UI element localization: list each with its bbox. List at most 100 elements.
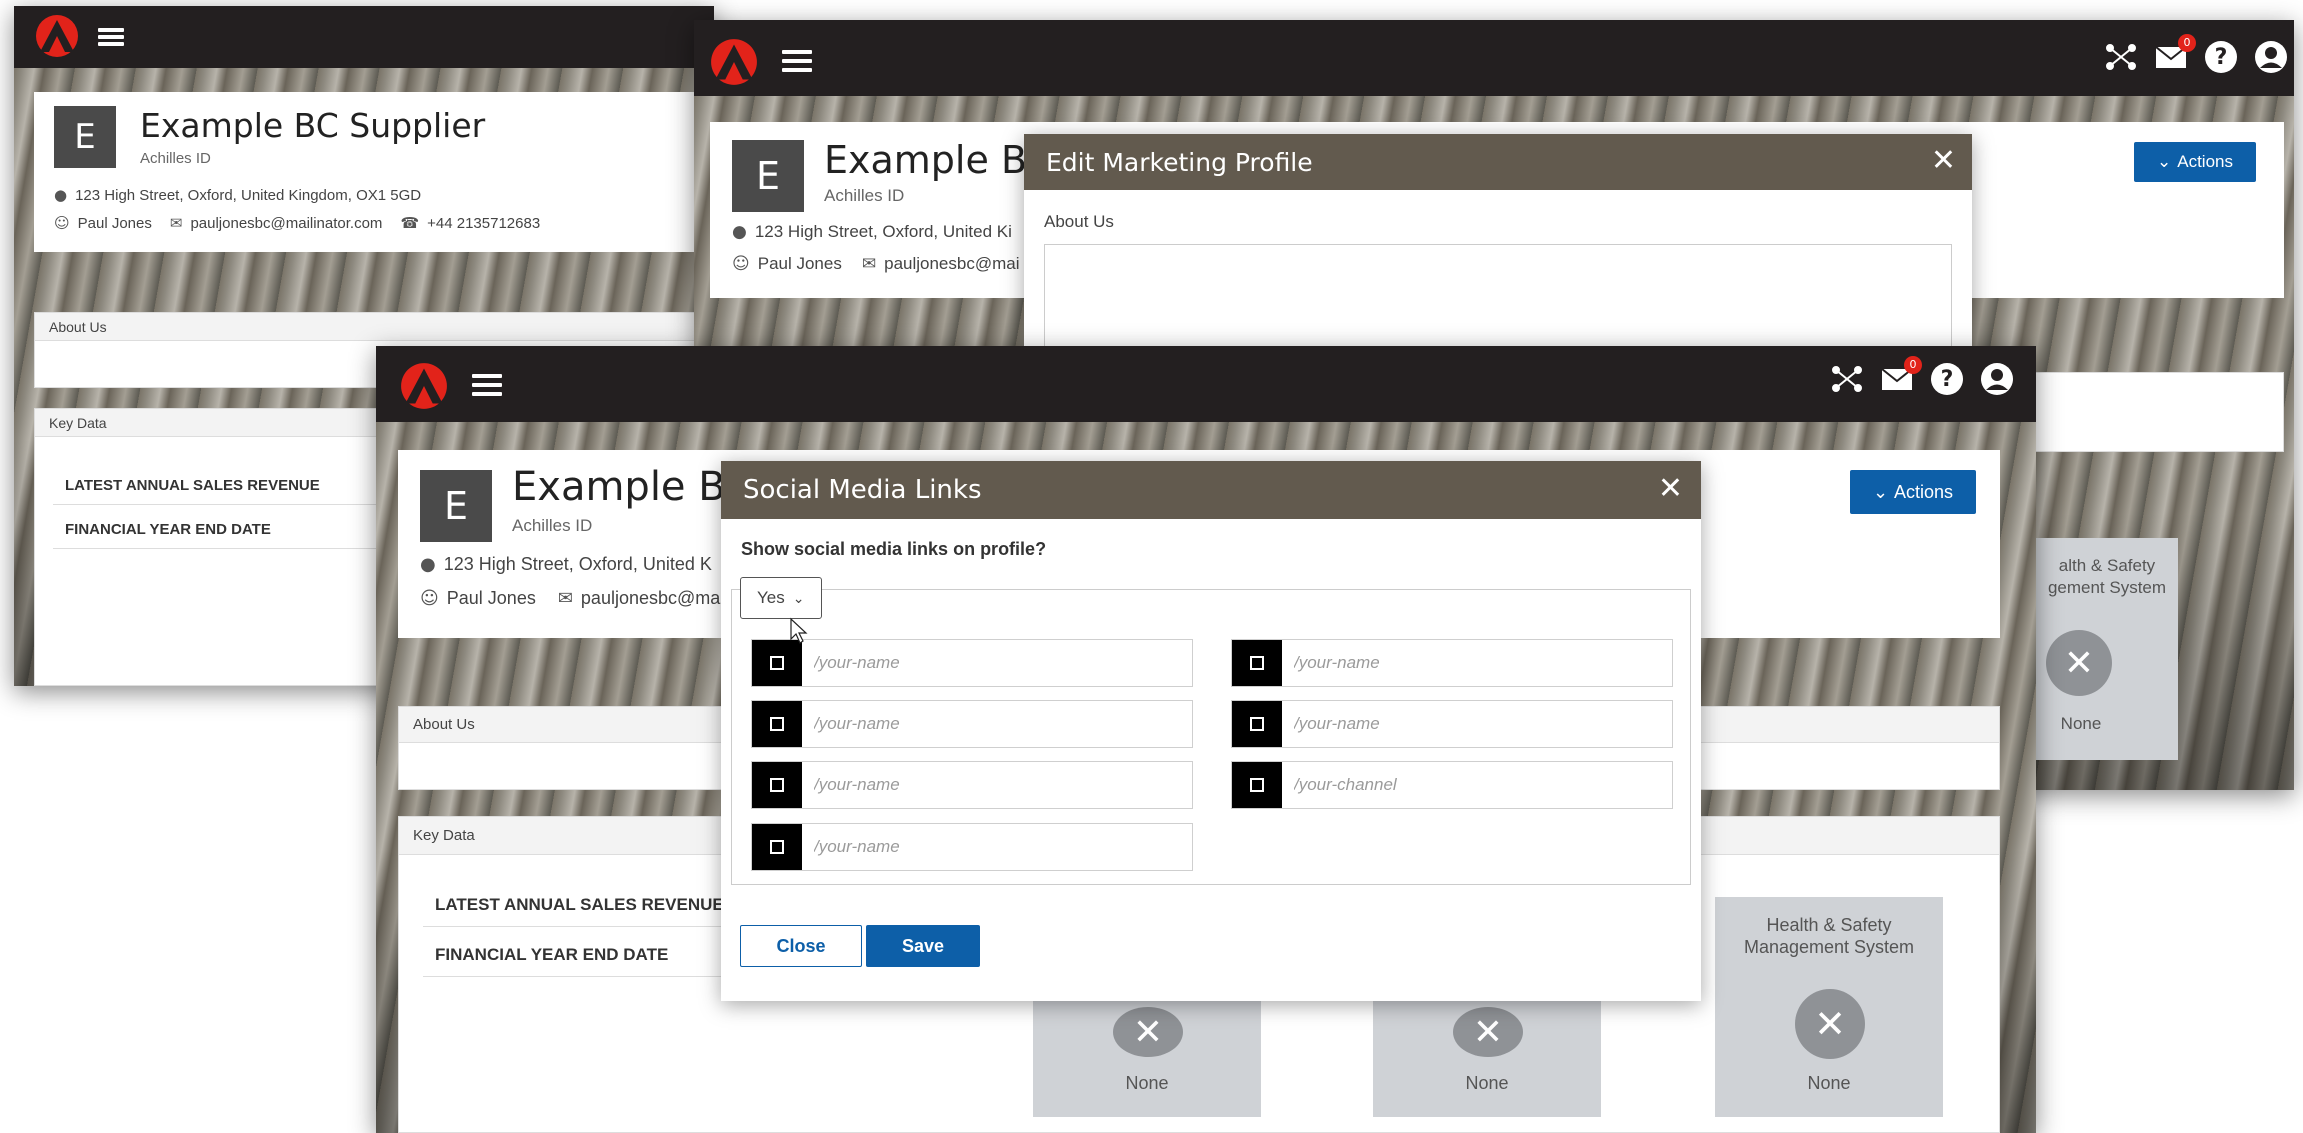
map-pin-icon: ● bbox=[420, 554, 436, 575]
supplier-name: Example B bbox=[512, 464, 726, 510]
social-platform-icon bbox=[752, 762, 802, 808]
social-input[interactable] bbox=[1282, 640, 1672, 686]
help-icon[interactable]: ? bbox=[1930, 362, 1964, 396]
achilles-id-label: Achilles ID bbox=[512, 516, 593, 535]
svg-text:?: ? bbox=[2215, 45, 2228, 70]
topbar-icons: 0 ? bbox=[2104, 34, 2288, 74]
social-media-modal: Social Media Links ✕ Show social media l… bbox=[721, 461, 1701, 1001]
social-input[interactable] bbox=[802, 762, 1192, 808]
chevron-down-icon: ⌄ bbox=[1872, 481, 1889, 502]
social-input[interactable] bbox=[802, 824, 1192, 870]
tile-1-status: None bbox=[1125, 1073, 1169, 1093]
app-topbar: 0 ? bbox=[376, 346, 2036, 422]
actions-button[interactable]: ⌄ Actions bbox=[1850, 470, 1976, 514]
contact-email[interactable]: pauljonesbc@mailinator.com bbox=[190, 215, 382, 232]
supplier-avatar: E bbox=[732, 140, 804, 212]
mail-icon: ✉ bbox=[169, 214, 183, 232]
social-input[interactable] bbox=[802, 701, 1192, 747]
close-icon[interactable]: ✕ bbox=[1658, 474, 1683, 504]
social-platform-icon bbox=[752, 640, 802, 686]
chevron-down-icon: ⌄ bbox=[792, 589, 805, 606]
close-button[interactable]: Close bbox=[740, 925, 862, 967]
menu-icon[interactable] bbox=[782, 50, 812, 72]
hs-tile-title-1: alth & Safety bbox=[2058, 556, 2156, 575]
about-us-heading: About Us bbox=[35, 313, 713, 341]
mouse-cursor-icon bbox=[790, 617, 808, 644]
menu-icon[interactable] bbox=[98, 28, 124, 46]
chevron-down-icon: ⌄ bbox=[2157, 152, 2172, 171]
x-circle-icon: ✕ bbox=[1795, 989, 1865, 1059]
phone-icon: ☎ bbox=[400, 214, 420, 232]
achilles-id-label: Achilles ID bbox=[140, 150, 211, 167]
social-platform-icon bbox=[1232, 701, 1282, 747]
address-line: ● 123 High Street, Oxford, United Kingdo… bbox=[54, 186, 421, 204]
mail-icon: ✉ bbox=[557, 588, 573, 609]
address-text: 123 High Street, Oxford, United K bbox=[443, 554, 712, 574]
hs-tile-status: None bbox=[2060, 714, 2102, 733]
network-icon[interactable] bbox=[1830, 362, 1864, 396]
social-input[interactable] bbox=[802, 640, 1192, 686]
app-topbar: 0 ? bbox=[694, 20, 2294, 96]
tile-2-status: None bbox=[1465, 1073, 1509, 1093]
social-field-right-2[interactable] bbox=[1231, 700, 1673, 748]
achilles-logo-icon[interactable] bbox=[706, 38, 762, 86]
address-line: ● 123 High Street, Oxford, United Ki bbox=[732, 222, 1012, 242]
map-pin-icon: ● bbox=[732, 222, 747, 242]
user-account-icon[interactable] bbox=[2254, 40, 2288, 74]
actions-button[interactable]: ⌄ Actions bbox=[2134, 142, 2256, 182]
mail-badge: 0 bbox=[2178, 34, 2196, 52]
achilles-id-label: Achilles ID bbox=[824, 186, 905, 205]
supplier-name: Example B bbox=[824, 138, 1028, 182]
social-modal-header: Social Media Links bbox=[721, 461, 1701, 519]
show-links-select[interactable]: Yes ⌄ bbox=[740, 577, 822, 619]
x-circle-icon: ✕ bbox=[2046, 630, 2112, 696]
social-field-left-3[interactable] bbox=[751, 761, 1193, 809]
save-button[interactable]: Save bbox=[866, 925, 980, 967]
actions-label: Actions bbox=[1894, 481, 1954, 502]
svg-text:?: ? bbox=[1941, 367, 1954, 392]
show-links-select-value: Yes bbox=[757, 588, 785, 607]
supplier-avatar: E bbox=[54, 106, 116, 168]
mail-icon[interactable]: 0 bbox=[1880, 356, 1922, 396]
close-icon[interactable]: ✕ bbox=[1931, 146, 1956, 176]
user-account-icon[interactable] bbox=[1980, 362, 2014, 396]
map-pin-icon: ● bbox=[54, 186, 68, 204]
mail-icon: ✉ bbox=[861, 254, 877, 274]
supplier-name: Example BC Supplier bbox=[140, 106, 486, 145]
contact-line: ☺ Paul Jones ✉ pauljonesbc@mailinator.co… bbox=[54, 214, 540, 232]
social-platform-icon bbox=[752, 824, 802, 870]
social-input[interactable] bbox=[1282, 701, 1672, 747]
edit-modal-header: Edit Marketing Profile bbox=[1024, 134, 1972, 190]
social-field-right-3[interactable] bbox=[1231, 761, 1673, 809]
contact-name: Paul Jones bbox=[446, 588, 536, 608]
social-field-left-1[interactable] bbox=[751, 639, 1193, 687]
help-icon[interactable]: ? bbox=[2204, 40, 2238, 74]
contact-phone[interactable]: +44 2135712683 bbox=[427, 215, 540, 232]
network-icon[interactable] bbox=[2104, 40, 2138, 74]
hs-tile: Health & Safety Management System ✕ None bbox=[1715, 897, 1943, 1117]
menu-icon[interactable] bbox=[472, 374, 502, 396]
social-field-right-1[interactable] bbox=[1231, 639, 1673, 687]
supplier-card: E Example BC Supplier Achilles ID ● 123 … bbox=[34, 92, 714, 252]
app-topbar bbox=[14, 6, 714, 68]
social-platform-icon bbox=[1232, 640, 1282, 686]
social-platform-icon bbox=[1232, 762, 1282, 808]
window-social-media: 0 ? E Example B Achilles ID ● 123 High S… bbox=[376, 346, 2036, 1133]
achilles-logo-icon[interactable] bbox=[32, 14, 82, 58]
social-platform-icon bbox=[752, 701, 802, 747]
address-text: 123 High Street, Oxford, United Ki bbox=[754, 222, 1012, 241]
x-circle-icon: ✕ bbox=[1453, 1007, 1523, 1057]
contact-line: ☺ Paul Jones ✉ pauljonesbc@mai bbox=[420, 588, 724, 609]
achilles-logo-icon[interactable] bbox=[396, 362, 452, 410]
social-input[interactable] bbox=[1282, 762, 1672, 808]
contact-email[interactable]: pauljonesbc@mai bbox=[884, 254, 1019, 274]
contact-email[interactable]: pauljonesbc@mai bbox=[581, 588, 724, 609]
mail-icon[interactable]: 0 bbox=[2154, 34, 2196, 74]
user-icon: ☺ bbox=[732, 254, 750, 274]
user-icon: ☺ bbox=[420, 588, 439, 609]
user-icon: ☺ bbox=[54, 214, 70, 232]
social-field-left-4[interactable] bbox=[751, 823, 1193, 871]
hs-tile-title-1: Health & Safety bbox=[1766, 915, 1892, 935]
contact-name: Paul Jones bbox=[77, 214, 152, 232]
social-field-left-2[interactable] bbox=[751, 700, 1193, 748]
